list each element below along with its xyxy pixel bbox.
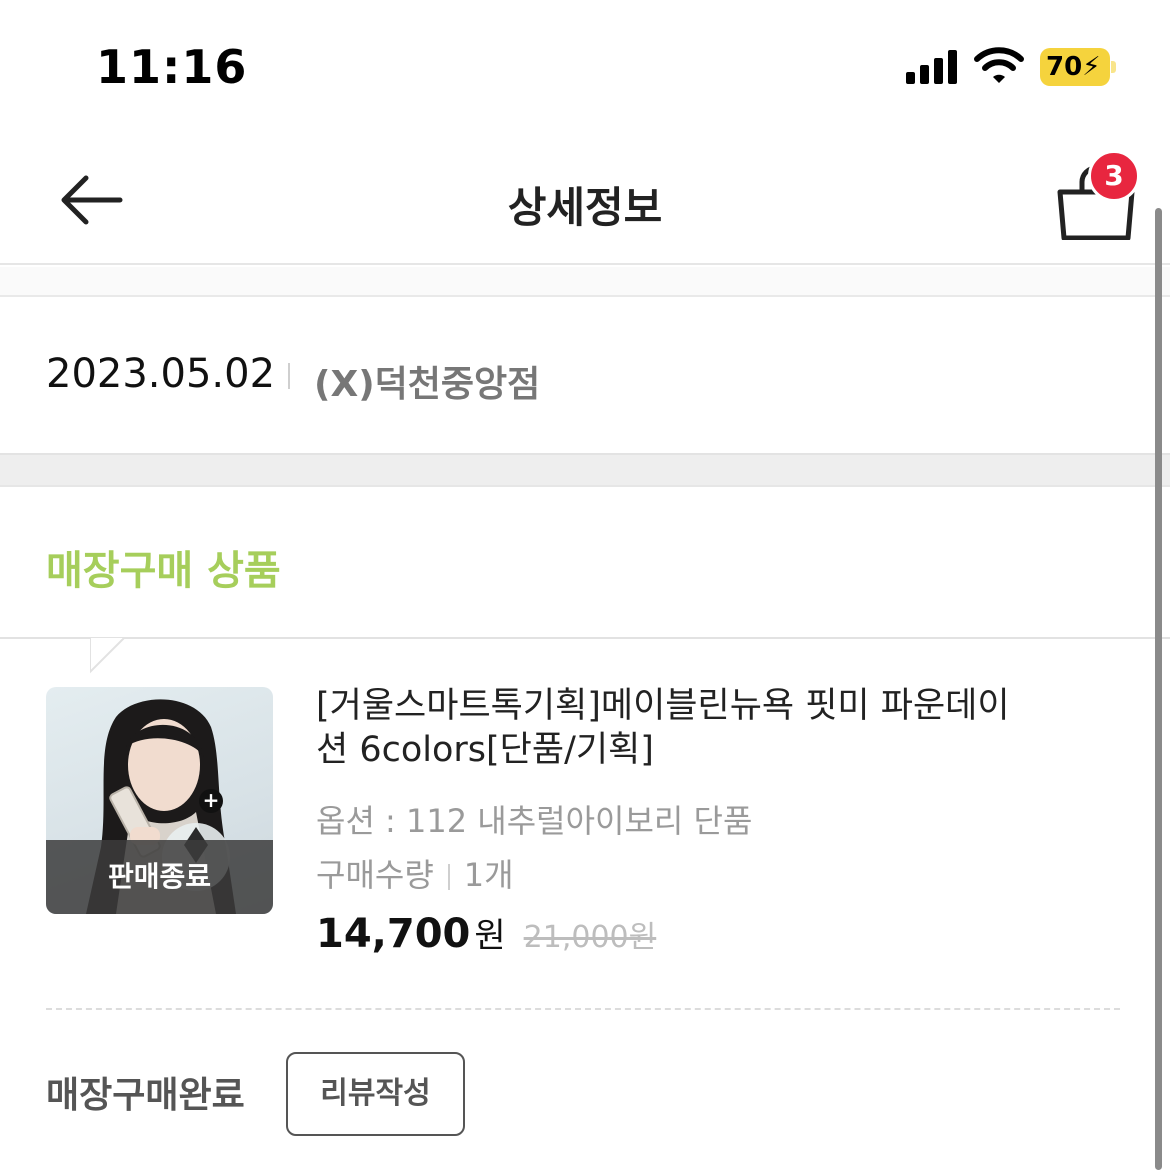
top-navigation-bar: 상세정보 3	[0, 130, 1170, 265]
purchase-status: 매장구매완료	[46, 1075, 245, 1116]
charging-bolt-icon: ⚡	[1082, 52, 1101, 82]
page-title: 상세정보	[507, 183, 663, 232]
battery-icon: 70⚡	[1040, 48, 1116, 86]
store-info-row: 2023.05.02 (X)덕천중앙점	[0, 299, 1170, 453]
section-title: 매장구매 상품	[46, 548, 281, 594]
write-review-button[interactable]: 리뷰작성	[286, 1052, 465, 1136]
sold-out-badge: 판매종료	[46, 840, 273, 914]
quantity-label: 구매수량	[316, 856, 434, 894]
purchase-date: 2023.05.02	[46, 351, 276, 397]
price-unit: 원	[474, 916, 506, 956]
divider	[447, 864, 450, 890]
status-time: 11:16	[96, 40, 248, 94]
divider	[288, 363, 290, 389]
price-row: 14,700 원 21,000원	[316, 908, 656, 957]
battery-level: 70	[1046, 52, 1083, 82]
section-spacer	[0, 267, 1170, 297]
status-bar: 11:16 70⚡	[0, 0, 1170, 130]
dashed-divider	[46, 1008, 1120, 1010]
product-name[interactable]: [거울스마트톡기획]메이블린뉴욕 핏미 파운데이션 6colors[단품/기획]	[316, 684, 1036, 772]
section-divider	[0, 637, 1170, 639]
quantity-value: 1개	[463, 856, 514, 894]
original-price: 21,000원	[523, 920, 657, 955]
cellular-signal-icon	[906, 50, 957, 84]
speech-pointer-icon	[90, 638, 125, 674]
sale-price: 14,700	[316, 911, 471, 957]
wifi-icon	[974, 47, 1024, 83]
scrollbar[interactable]	[1155, 208, 1162, 1170]
quantity-row: 구매수량 1개	[316, 850, 514, 896]
product-thumbnail[interactable]: 판매종료	[46, 687, 273, 914]
section-spacer	[0, 453, 1170, 487]
cart-count-badge: 3	[1088, 150, 1140, 202]
product-option: 옵션 : 112 내추럴아이보리 단품	[316, 802, 753, 840]
plus-icon: +	[199, 789, 223, 813]
store-name: (X)덕천중앙점	[314, 364, 541, 405]
